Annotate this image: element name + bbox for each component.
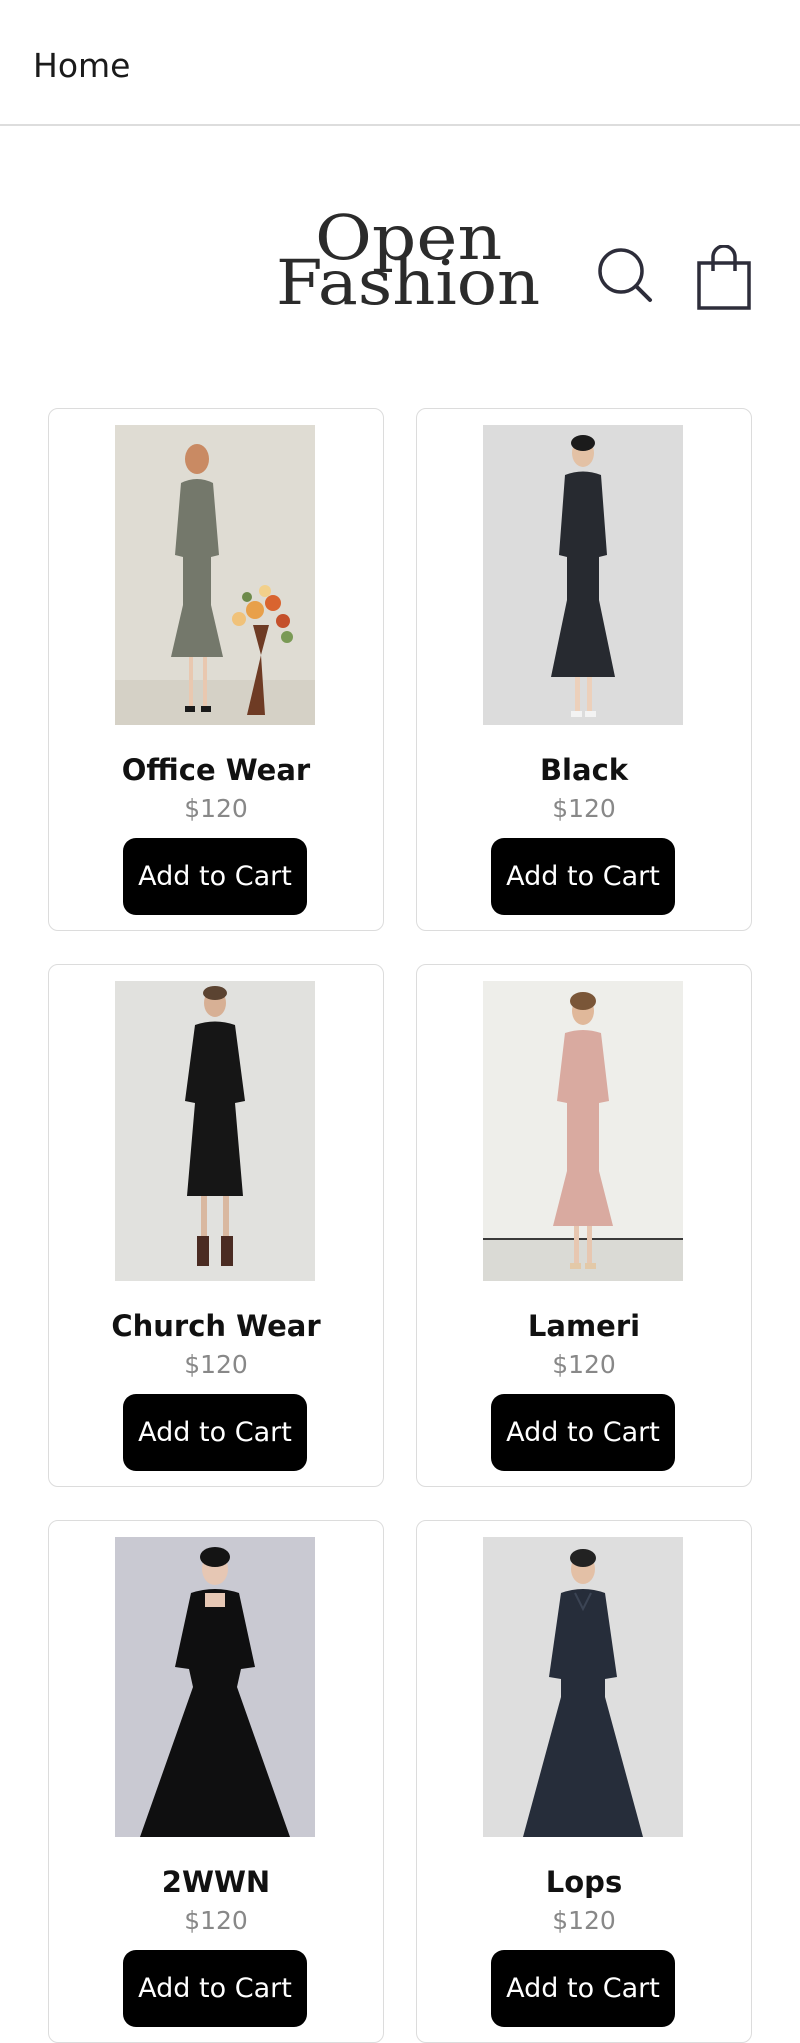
search-button[interactable] <box>596 246 656 306</box>
product-image[interactable] <box>115 981 315 1281</box>
product-card: Lameri $120 Add to Cart <box>416 964 752 1487</box>
product-price: $120 <box>552 794 616 823</box>
add-to-cart-button[interactable]: Add to Cart <box>491 1394 675 1471</box>
product-price: $120 <box>184 1350 248 1379</box>
add-to-cart-button[interactable]: Add to Cart <box>123 1394 307 1471</box>
cart-button[interactable] <box>696 244 752 311</box>
product-name: Black <box>539 753 629 787</box>
product-price: $120 <box>184 794 248 823</box>
product-image[interactable] <box>483 425 683 725</box>
product-name: Lops <box>545 1865 623 1899</box>
add-to-cart-button[interactable]: Add to Cart <box>491 1950 675 2027</box>
product-image[interactable] <box>115 1537 315 1837</box>
brand-logo-line-2: Fashion <box>276 246 541 319</box>
product-price: $120 <box>184 1906 248 1935</box>
add-to-cart-button[interactable]: Add to Cart <box>123 838 307 915</box>
product-card: Office Wear $120 Add to Cart <box>48 408 384 931</box>
product-image[interactable] <box>483 1537 683 1837</box>
product-card: Lops $120 Add to Cart <box>416 1520 752 2043</box>
shopping-bag-icon <box>697 244 751 310</box>
add-to-cart-button[interactable]: Add to Cart <box>491 838 675 915</box>
product-name: Office Wear <box>121 753 311 787</box>
brand-logo[interactable]: Open Fashion <box>270 201 540 319</box>
add-to-cart-button[interactable]: Add to Cart <box>123 1950 307 2027</box>
home-link[interactable]: Home <box>33 46 130 86</box>
product-image[interactable] <box>483 981 683 1281</box>
product-name: 2WWN <box>161 1865 271 1899</box>
top-nav-bar: Home <box>0 0 800 126</box>
product-card: 2WWN $120 Add to Cart <box>48 1520 384 2043</box>
search-icon <box>598 248 652 302</box>
product-name: Church Wear <box>111 1309 321 1343</box>
product-name: Lameri <box>527 1309 641 1343</box>
product-image[interactable] <box>115 425 315 725</box>
product-price: $120 <box>552 1350 616 1379</box>
product-price: $120 <box>552 1906 616 1935</box>
product-card: Church Wear $120 Add to Cart <box>48 964 384 1487</box>
product-card: Black $120 Add to Cart <box>416 408 752 931</box>
